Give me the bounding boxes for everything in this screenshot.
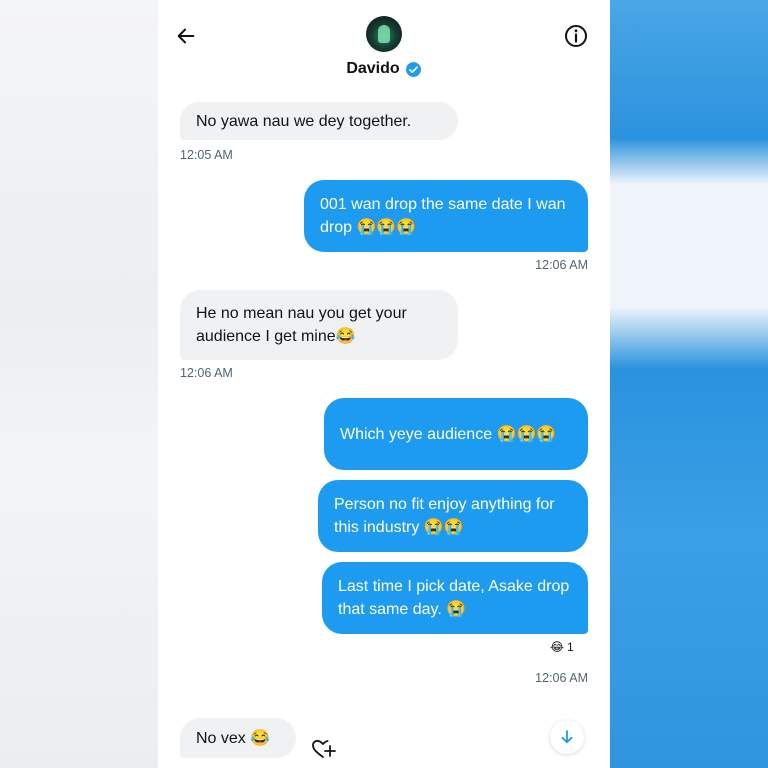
- avatar[interactable]: [366, 16, 402, 52]
- message-text: He no mean nau you get your audience I g…: [196, 305, 407, 345]
- message-text: Last time I pick date, Asake drop that s…: [338, 578, 570, 618]
- message-bubble-sent[interactable]: Last time I pick date, Asake drop that s…: [322, 562, 588, 634]
- avatar-image: [378, 25, 390, 43]
- dm-conversation: Davido No yawa nau we dey together. 12:0…: [158, 0, 610, 768]
- message-bubble-sent[interactable]: Person no fit enjoy anything for this in…: [318, 480, 588, 552]
- info-button[interactable]: [562, 22, 590, 50]
- message-text: No yawa nau we dey together.: [196, 112, 412, 130]
- arrow-left-icon: [177, 28, 195, 44]
- background-blur-right: [610, 0, 768, 768]
- back-button[interactable]: [172, 22, 200, 50]
- arrow-down-icon: [561, 730, 573, 744]
- message-bubble-sent[interactable]: Which yeye audience 😭😭😭: [324, 398, 588, 470]
- message-bubble-sent[interactable]: 001 wan drop the same date I wan drop 😭😭…: [304, 180, 588, 252]
- info-icon: [565, 25, 587, 47]
- message-timestamp: 12:06 AM: [535, 258, 588, 272]
- contact-header[interactable]: Davido: [158, 60, 610, 78]
- scroll-to-bottom-button[interactable]: [550, 720, 584, 754]
- message-text: Which yeye audience 😭😭😭: [340, 425, 557, 443]
- reaction-count: 1: [567, 640, 574, 654]
- background-blur-left: [0, 0, 158, 768]
- message-timestamp: 12:06 AM: [180, 366, 233, 380]
- message-bubble-received[interactable]: He no mean nau you get your audience I g…: [180, 290, 458, 360]
- message-bubble-received[interactable]: No yawa nau we dey together.: [180, 102, 458, 140]
- message-text: 001 wan drop the same date I wan drop 😭😭…: [320, 196, 566, 236]
- message-reaction[interactable]: 😂 1: [550, 640, 574, 654]
- message-text: Person no fit enjoy anything for this in…: [334, 496, 555, 536]
- add-reaction-button[interactable]: [310, 736, 336, 762]
- message-timestamp: 12:05 AM: [180, 148, 233, 162]
- verified-badge-icon: [405, 61, 421, 77]
- message-bubble-received[interactable]: No vex 😂: [180, 718, 296, 758]
- heart-plus-icon: [312, 739, 336, 758]
- reaction-emoji: 😂: [550, 640, 565, 654]
- message-timestamp: 12:06 AM: [535, 671, 588, 685]
- contact-name: Davido: [346, 60, 400, 77]
- message-text: No vex 😂: [196, 729, 271, 747]
